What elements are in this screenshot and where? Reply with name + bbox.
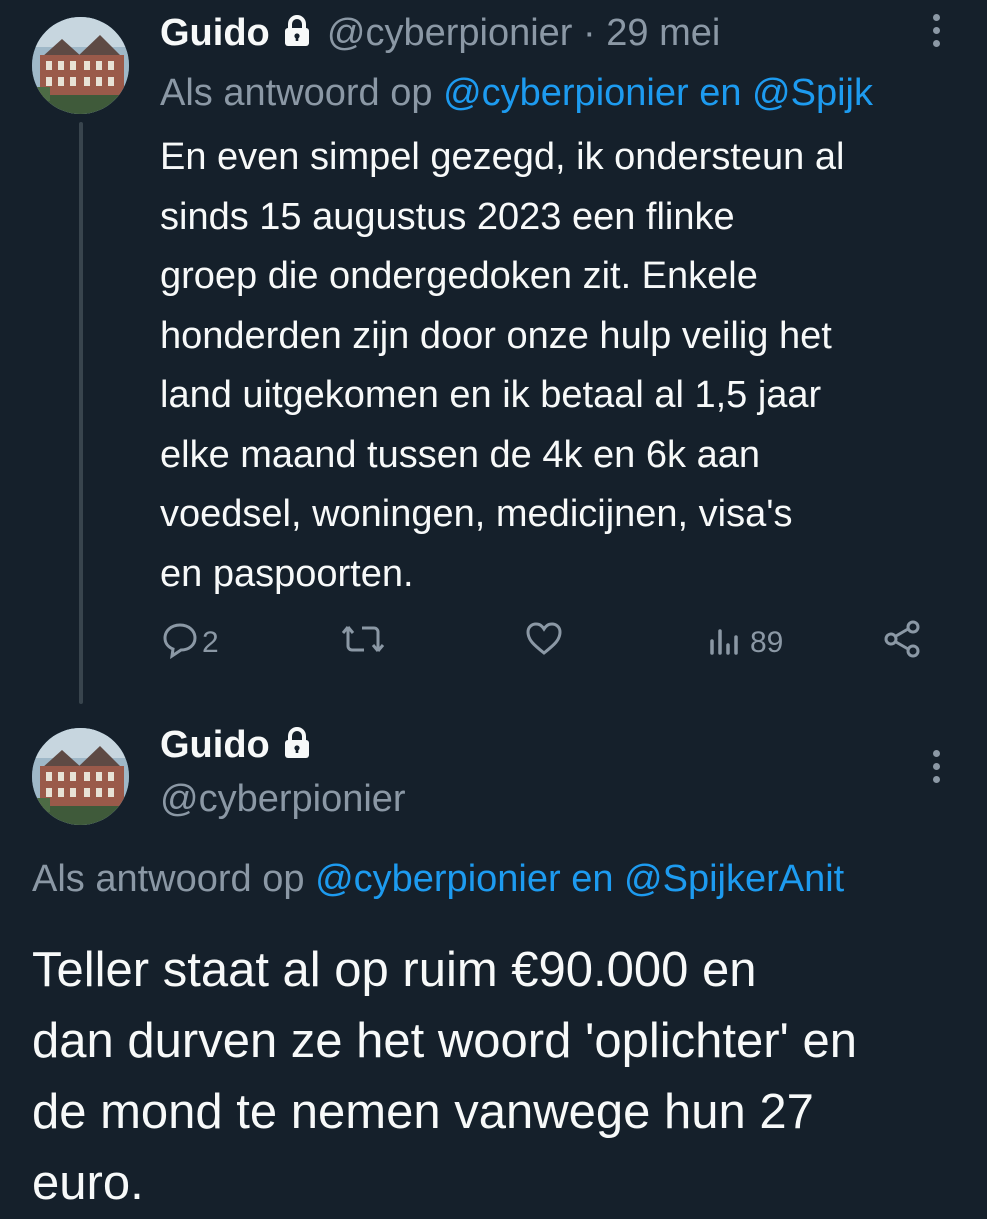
avatar[interactable] bbox=[32, 728, 129, 825]
display-name[interactable]: Guido bbox=[160, 12, 270, 54]
reply-prefix: Als antwoord op bbox=[32, 858, 305, 900]
views-button[interactable]: 89 bbox=[706, 612, 783, 674]
tweet-text: En even simpel gezegd, ik ondersteun al … bbox=[160, 136, 845, 595]
more-options-icon[interactable] bbox=[933, 750, 940, 789]
reply-context: Als antwoord op @cyberpionier en @Spijk bbox=[160, 66, 987, 120]
user-handle[interactable]: @cyberpionier bbox=[160, 772, 406, 826]
reply-to-mentions[interactable]: @cyberpionier en @SpijkerAnit bbox=[315, 858, 844, 900]
reply-count: 2 bbox=[202, 626, 219, 659]
views-count: 89 bbox=[750, 626, 784, 659]
tweet-actions-bar: 2 89 bbox=[160, 612, 940, 674]
reply-context: Als antwoord op @cyberpionier en @Spijke… bbox=[32, 852, 987, 906]
tweet-date[interactable]: 29 mei bbox=[606, 12, 720, 54]
tweet-header: Guido @cyberpionier · 29 mei bbox=[160, 6, 720, 60]
avatar-building-image bbox=[32, 17, 129, 114]
views-icon bbox=[706, 619, 746, 667]
tweet-header: Guido bbox=[160, 718, 310, 774]
share-icon bbox=[882, 618, 924, 668]
reply-prefix: Als antwoord op bbox=[160, 72, 433, 114]
avatar[interactable] bbox=[32, 17, 129, 114]
lock-icon bbox=[284, 720, 310, 774]
retweet-icon bbox=[340, 619, 386, 667]
like-button[interactable] bbox=[524, 612, 564, 674]
tweet-text: Teller staat al op ruim €90.000 en dan d… bbox=[32, 943, 858, 1210]
retweet-button[interactable] bbox=[340, 612, 386, 674]
thread-connector-line bbox=[79, 122, 83, 704]
heart-icon bbox=[524, 619, 564, 667]
reply-button[interactable]: 2 bbox=[160, 612, 219, 674]
more-options-icon[interactable] bbox=[933, 14, 940, 53]
reply-icon bbox=[160, 619, 200, 667]
separator-dot: · bbox=[583, 12, 596, 54]
display-name[interactable]: Guido bbox=[160, 724, 270, 766]
lock-icon bbox=[284, 8, 310, 62]
share-button[interactable] bbox=[882, 612, 924, 674]
user-handle[interactable]: @cyberpionier bbox=[327, 12, 573, 54]
reply-to-mentions[interactable]: @cyberpionier en @Spijk bbox=[443, 72, 873, 114]
avatar-building-image bbox=[32, 728, 129, 825]
